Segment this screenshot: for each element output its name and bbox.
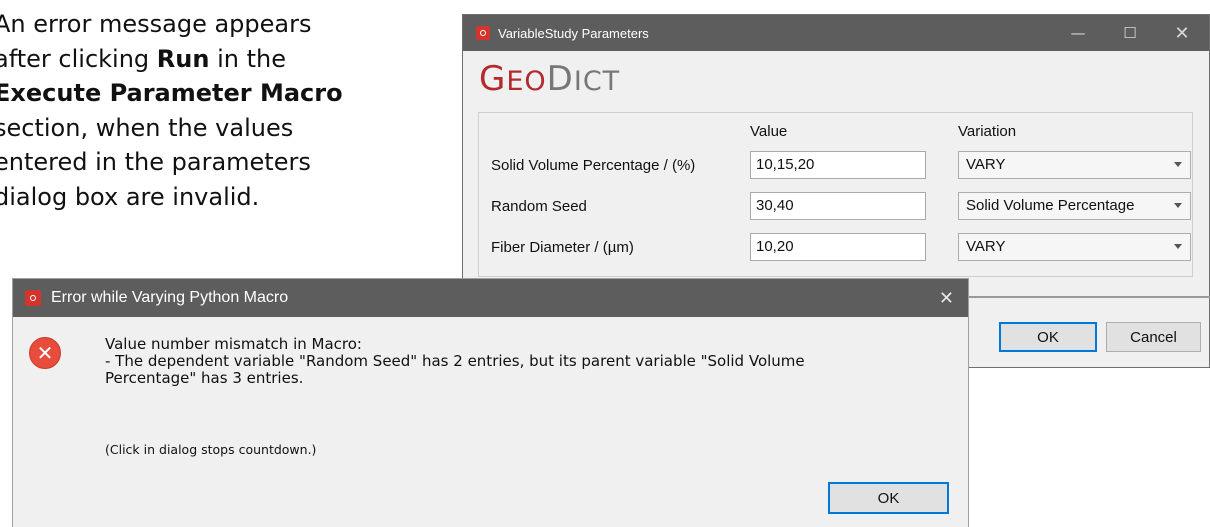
logo-text: ICT bbox=[573, 66, 621, 97]
logo-text: EO bbox=[506, 66, 547, 97]
chevron-down-icon bbox=[1174, 203, 1182, 208]
solid-volume-value-input[interactable]: 10,15,20 bbox=[750, 151, 926, 179]
instruction-text: An error message appears after clicking … bbox=[0, 7, 436, 214]
instruction-line-1: An error message appears bbox=[0, 10, 312, 38]
fiber-diameter-value-input[interactable]: 10,20 bbox=[750, 233, 926, 261]
close-icon[interactable]: ✕ bbox=[939, 279, 954, 317]
error-icon: ✕ bbox=[29, 337, 61, 369]
error-dialog-titlebar: Error while Varying Python Macro bbox=[13, 279, 968, 317]
error-ok-button[interactable]: OK bbox=[828, 482, 949, 514]
close-icon[interactable]: ✕ bbox=[1159, 15, 1205, 51]
logo-text: G bbox=[479, 59, 507, 99]
dropdown-value: VARY bbox=[966, 156, 1006, 173]
variation-column-header: Variation bbox=[958, 123, 1017, 140]
cancel-button[interactable]: Cancel bbox=[1106, 322, 1201, 352]
instruction-line-2: after clicking Run in the bbox=[0, 42, 436, 77]
instruction-text-segment: after clicking bbox=[0, 44, 157, 73]
param-window-title: VariableStudy Parameters bbox=[498, 25, 649, 41]
value-column-header: Value bbox=[750, 123, 788, 140]
logo-text: D bbox=[546, 59, 574, 99]
instruction-section-name: Execute Parameter Macro bbox=[0, 79, 343, 107]
solid-volume-variation-dropdown[interactable]: VARY bbox=[958, 151, 1191, 179]
minimize-icon[interactable]: — bbox=[1055, 15, 1101, 51]
geodict-app-icon bbox=[476, 26, 490, 40]
instruction-line-4: section, when the values bbox=[0, 113, 294, 142]
maximize-icon[interactable]: ☐ bbox=[1107, 15, 1153, 51]
dropdown-value: Solid Volume Percentage bbox=[966, 197, 1135, 214]
button-separator bbox=[966, 296, 1210, 298]
chevron-down-icon bbox=[1174, 162, 1182, 167]
instruction-text-segment: in the bbox=[209, 44, 286, 73]
random-seed-variation-dropdown[interactable]: Solid Volume Percentage bbox=[958, 192, 1191, 220]
geodict-app-icon bbox=[25, 290, 41, 306]
geodict-logo: GEODICT bbox=[479, 59, 620, 99]
error-dialog-title: Error while Varying Python Macro bbox=[51, 289, 289, 306]
param-label-fiber-diameter: Fiber Diameter / (µm) bbox=[491, 239, 634, 256]
instruction-line-3: Execute Parameter Macro bbox=[0, 76, 436, 111]
instruction-line-6: dialog box are invalid. bbox=[0, 182, 260, 211]
param-label-random-seed: Random Seed bbox=[491, 198, 587, 215]
fiber-diameter-variation-dropdown[interactable]: VARY bbox=[958, 233, 1191, 261]
param-label-solid-volume: Solid Volume Percentage / (%) bbox=[491, 157, 696, 174]
random-seed-value-input[interactable]: 30,40 bbox=[750, 192, 926, 220]
dropdown-value: VARY bbox=[966, 238, 1006, 255]
instruction-line-5: entered in the parameters bbox=[0, 148, 311, 176]
countdown-hint: (Click in dialog stops countdown.) bbox=[105, 442, 317, 457]
instruction-run-keyword: Run bbox=[156, 44, 210, 73]
error-message: Value number mismatch in Macro: - The de… bbox=[105, 335, 805, 387]
chevron-down-icon bbox=[1174, 244, 1182, 249]
error-dialog: Error while Varying Python Macro ✕ ✕ Val… bbox=[12, 278, 969, 527]
ok-button[interactable]: OK bbox=[999, 322, 1097, 352]
